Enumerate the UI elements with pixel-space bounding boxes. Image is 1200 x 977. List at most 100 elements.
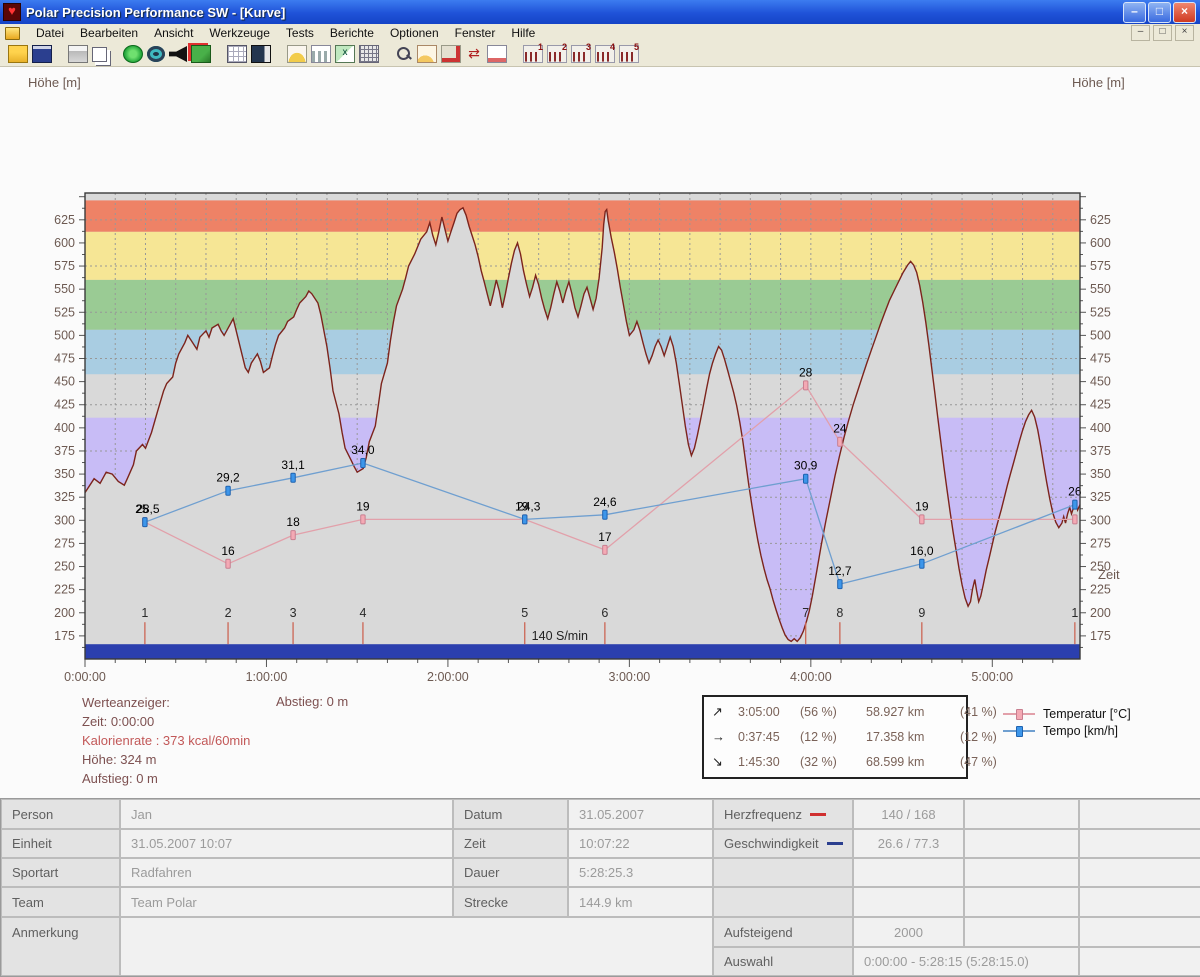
toolbar-separator [273, 54, 285, 55]
person-value: Jan [120, 799, 453, 829]
mdi-restore-button[interactable]: □ [1153, 25, 1172, 41]
save-icon[interactable] [32, 45, 52, 63]
report-1-icon[interactable]: 1 [523, 45, 543, 63]
lap-number: 7 [802, 606, 809, 620]
y-axis-title-right: Höhe [m] [1072, 75, 1125, 90]
select-icon[interactable] [441, 45, 461, 63]
open-file-icon[interactable] [8, 45, 28, 63]
uphill-distance: 58.927 km [866, 705, 960, 719]
lap-number: 2 [225, 606, 232, 620]
y-axis-tick-label: 375 [1090, 444, 1111, 458]
x-axis-tick-label: 4:00:00 [790, 670, 832, 684]
y-axis-tick-label: 550 [1090, 282, 1111, 296]
app-heart-icon[interactable]: ♥ [3, 3, 21, 21]
empty-label-cell [713, 887, 853, 917]
toolbar-separator [213, 54, 225, 55]
zoom-icon[interactable] [395, 46, 413, 62]
child-window-icon[interactable] [5, 27, 20, 40]
data-point-label: 16 [221, 544, 235, 558]
diary-icon[interactable] [251, 45, 271, 63]
downhill-stats-row: ↘ 1:45:30 (32 %) 68.599 km (47 %) [704, 754, 966, 770]
copy-icon[interactable] [92, 47, 107, 62]
menu-item-ansicht[interactable]: Ansicht [146, 25, 201, 41]
data-point-marker [1073, 500, 1077, 509]
watch-icon[interactable] [147, 46, 165, 62]
bar-view-icon[interactable] [311, 45, 331, 63]
restore-button[interactable]: □ [1148, 2, 1171, 23]
menu-item-tests[interactable]: Tests [278, 25, 322, 41]
einheit-label: Einheit [1, 829, 120, 858]
print-icon[interactable] [68, 45, 88, 63]
legend-tempo-label: Tempo [km/h] [1043, 724, 1118, 738]
heart-rate-line-icon [810, 813, 826, 816]
menu-item-optionen[interactable]: Optionen [382, 25, 447, 41]
data-point-marker [803, 381, 807, 390]
value-indicator-altitude: Höhe: 324 m [82, 750, 250, 769]
speed-line-icon [827, 842, 843, 845]
data-point-label: 29,2 [216, 471, 240, 485]
report-5-icon[interactable]: 5 [619, 45, 639, 63]
y-axis-tick-label: 625 [1090, 213, 1111, 227]
sound-icon[interactable] [169, 46, 187, 62]
marks-chart-icon[interactable] [487, 45, 507, 63]
data-point-marker [920, 559, 924, 568]
aufsteigend-value: 2000 [853, 917, 964, 947]
mdi-close-button[interactable]: × [1175, 25, 1194, 41]
data-point-marker [603, 545, 607, 554]
y-axis-tick-label: 400 [1090, 421, 1111, 435]
menu-item-hilfe[interactable]: Hilfe [503, 25, 543, 41]
altitude-curve-chart[interactable]: 140 S/min123456789125161819191728241928,… [0, 163, 1200, 689]
y-axis-tick-label: 275 [54, 536, 75, 550]
menu-item-fenster[interactable]: Fenster [447, 25, 504, 41]
compare-icon[interactable]: ⇄ [465, 46, 483, 62]
y-axis-tick-label: 450 [54, 375, 75, 389]
empty-cell [964, 887, 1079, 917]
close-button[interactable]: × [1173, 2, 1196, 23]
zeit-label: Zeit [453, 829, 568, 858]
y-axis-tick-label: 300 [54, 513, 75, 527]
data-point-marker [603, 510, 607, 519]
menu-item-berichte[interactable]: Berichte [322, 25, 382, 41]
downhill-arrow-icon: ↘ [712, 754, 738, 770]
tempo-line-icon [1003, 726, 1035, 735]
report-3-icon[interactable]: 3 [571, 45, 591, 63]
mdi-minimize-button[interactable]: – [1131, 25, 1150, 41]
menu-item-datei[interactable]: Datei [28, 25, 72, 41]
aufsteigend-label: Aufsteigend [713, 917, 853, 947]
minimize-button[interactable]: – [1123, 2, 1146, 23]
y-axis-tick-label: 275 [1090, 536, 1111, 550]
strecke-value: 144.9 km [568, 887, 713, 917]
legend-temperature: Temperatur [°C] [1003, 705, 1131, 722]
empty-cell [964, 858, 1079, 887]
value-indicator-ascent: Aufstieg: 0 m [82, 769, 250, 788]
toolbar-separator [509, 54, 521, 55]
report-2-icon[interactable]: 2 [547, 45, 567, 63]
y-axis-tick-label: 225 [54, 583, 75, 597]
y-axis-tick-label: 500 [54, 328, 75, 342]
data-point-label: 19 [915, 499, 929, 513]
application-window: { "window": { "title": "Polar Precision … [0, 0, 1200, 960]
ir-interface-icon[interactable] [191, 45, 211, 63]
lap-number: 4 [359, 606, 366, 620]
percent-view-icon[interactable]: x [335, 45, 355, 63]
y-axis-tick-label: 425 [54, 398, 75, 412]
curve-view-icon[interactable] [287, 45, 307, 63]
auswahl-value: 0:00:00 - 5:28:15 (5:28:15.0) [853, 947, 1079, 976]
y-axis-tick-label: 525 [54, 305, 75, 319]
transfer-icon[interactable] [123, 45, 143, 63]
menu-item-bearbeiten[interactable]: Bearbeiten [72, 25, 146, 41]
y-axis-tick-label: 425 [1090, 398, 1111, 412]
report-number: 4 [610, 42, 615, 52]
legend-tempo: Tempo [km/h] [1003, 722, 1131, 739]
empty-cell [964, 799, 1079, 829]
grid-view-icon[interactable] [359, 45, 379, 63]
toolbar-separator [54, 54, 66, 55]
report-4-icon[interactable]: 4 [595, 45, 615, 63]
calendar-icon[interactable] [227, 45, 247, 63]
data-point-label: 16,0 [910, 544, 934, 558]
menu-item-werkzeuge[interactable]: Werkzeuge [201, 25, 277, 41]
data-point-label: 24 [833, 422, 847, 436]
info-chart-icon[interactable] [417, 45, 437, 63]
dauer-value: 5:28:25.3 [568, 858, 713, 887]
data-point-marker [1073, 515, 1077, 524]
